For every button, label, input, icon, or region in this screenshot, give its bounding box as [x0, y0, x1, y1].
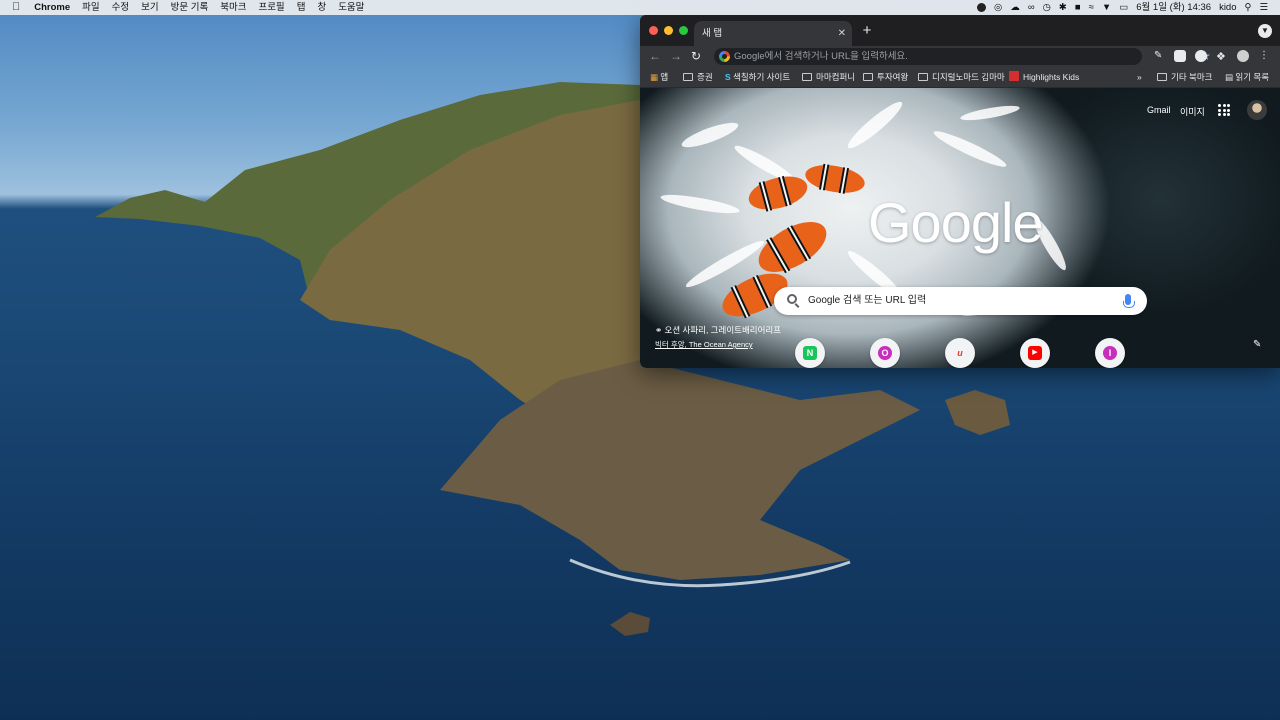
- keyboard-input-icon[interactable]: ■: [1071, 0, 1085, 15]
- menu-view[interactable]: 보기: [135, 0, 164, 15]
- bookmark-stocks[interactable]: 증권: [683, 66, 713, 88]
- forward-button[interactable]: →: [670, 49, 682, 63]
- bookmark-coloring-site[interactable]: S 색칠하기 사이트: [725, 66, 790, 88]
- bookmark-investment-queen[interactable]: 투자여왕: [863, 66, 908, 88]
- tab-title: 새 탭: [702, 28, 723, 39]
- menu-profiles[interactable]: 프로필: [252, 0, 290, 15]
- folder-icon: [1157, 73, 1167, 81]
- toolbar: ← → ↻ Google에서 검색하거나 URL을 입력하세요. ★ ✎ ❖ ⋮: [640, 46, 1280, 66]
- extensions-puzzle-icon[interactable]: ❖: [1216, 50, 1228, 63]
- folder-icon: [683, 73, 693, 81]
- bookmark-apps[interactable]: ▦ 앱: [650, 66, 668, 88]
- tab-search-icon[interactable]: ▼: [1258, 24, 1272, 38]
- minimize-window-button[interactable]: [664, 26, 673, 35]
- apps-grid-icon: ▦: [650, 72, 659, 82]
- folder-icon: [918, 73, 928, 81]
- profile-avatar-icon[interactable]: [1237, 50, 1249, 62]
- menu-bookmarks[interactable]: 북마크: [214, 0, 252, 15]
- background-attribution-title[interactable]: ⚭ 오션 사파리, 그레이트배리어리프: [655, 324, 781, 336]
- other-bookmarks[interactable]: 기타 북마크: [1157, 66, 1212, 88]
- account-avatar[interactable]: [1247, 100, 1267, 120]
- shortcut-o[interactable]: O: [870, 338, 900, 368]
- shortcut-i[interactable]: I: [1095, 338, 1125, 368]
- new-tab-button[interactable]: +: [859, 23, 875, 39]
- menubar-user[interactable]: kido: [1215, 0, 1240, 15]
- glasses-icon[interactable]: ∞: [1024, 0, 1039, 15]
- tab-strip: 새 탭 ✕ + ▼: [640, 15, 1280, 46]
- u-logo-icon: u: [957, 348, 963, 358]
- voice-search-icon[interactable]: [1123, 294, 1135, 308]
- o-letter-icon: O: [878, 346, 892, 360]
- close-tab-icon[interactable]: ✕: [838, 21, 846, 46]
- bookmark-digital-nomad[interactable]: 디지털노마드 김마마: [918, 66, 1005, 88]
- s-logo-icon: S: [725, 72, 731, 82]
- back-button[interactable]: ←: [649, 49, 661, 63]
- timer-icon[interactable]: ◷: [1039, 0, 1055, 15]
- circle-extension-icon[interactable]: [1195, 50, 1207, 62]
- cloud-icon[interactable]: ☁: [1006, 0, 1024, 15]
- reload-button[interactable]: ↻: [691, 49, 701, 63]
- bookmark-mama-company[interactable]: 마마컴퍼니: [802, 66, 855, 88]
- spotlight-search-icon[interactable]: ⚲: [1241, 0, 1256, 15]
- link-icon: ⚭: [655, 325, 663, 335]
- menu-window[interactable]: 창: [311, 0, 332, 15]
- tab-new-tab[interactable]: 새 탭 ✕: [694, 21, 852, 46]
- images-link[interactable]: 이미지: [1180, 105, 1205, 118]
- omnibox-placeholder: Google에서 검색하거나 URL을 입력하세요.: [734, 51, 908, 62]
- shortcut-u[interactable]: u: [945, 338, 975, 368]
- menubar-app-name[interactable]: Chrome: [28, 0, 76, 15]
- zoom-window-button[interactable]: [679, 26, 688, 35]
- control-center-icon[interactable]: ☰: [1255, 0, 1272, 15]
- bluetooth-icon[interactable]: ✱: [1055, 0, 1071, 15]
- macos-menubar:  Chrome 파일 수정 보기 방문 기록 북마크 프로필 탭 창 도움말 …: [0, 0, 1280, 15]
- google-apps-icon[interactable]: [1218, 104, 1230, 116]
- menu-help[interactable]: 도움말: [332, 0, 370, 15]
- pen-extension-icon[interactable]: ✎: [1154, 50, 1166, 62]
- menu-file[interactable]: 파일: [76, 0, 105, 15]
- chrome-window: 새 탭 ✕ + ▼ ← → ↻ Google에서 검색하거나 URL을 입력하세…: [640, 15, 1280, 368]
- reading-list[interactable]: ▤ 읽기 목록: [1225, 66, 1269, 88]
- bookmark-highlights-kids[interactable]: Highlights Kids: [1009, 66, 1079, 88]
- google-g-icon: [719, 51, 730, 62]
- menu-tab[interactable]: 탭: [291, 0, 312, 15]
- spiral-icon[interactable]: ◎: [990, 0, 1006, 15]
- evernote-icon[interactable]: [973, 0, 990, 15]
- omnibox[interactable]: Google에서 검색하거나 URL을 입력하세요. ★: [714, 48, 1211, 65]
- bookmarks-bar: ▦ 앱 증권 S 색칠하기 사이트 마마컴퍼니 투자여왕 디지털노마드 김마마 …: [640, 66, 1280, 88]
- naver-icon: N: [803, 346, 817, 360]
- kebab-menu-icon[interactable]: ⋮: [1259, 50, 1271, 62]
- new-tab-page: Gmail 이미지 Google Google 검색 또는 URL 입력 ⚭ 오…: [640, 88, 1280, 368]
- youtube-icon: ▶: [1028, 346, 1042, 360]
- highlights-logo-icon: [1009, 71, 1019, 81]
- google-logo: Google: [868, 191, 1044, 254]
- menubar-clock[interactable]: 6월 1일 (화) 14:36: [1132, 0, 1215, 15]
- background-attribution-credit[interactable]: 빅터 후앙, The Ocean Agency: [655, 339, 753, 350]
- shortcut-naver[interactable]: N: [795, 338, 825, 368]
- volume-icon[interactable]: ▼: [1098, 0, 1115, 15]
- customize-pencil-icon[interactable]: ✎: [1253, 339, 1261, 350]
- reading-list-icon: ▤: [1225, 72, 1234, 82]
- wifi-icon[interactable]: ≈: [1085, 0, 1098, 15]
- search-icon: [787, 294, 797, 304]
- shortcut-youtube[interactable]: ▶: [1020, 338, 1050, 368]
- menu-edit[interactable]: 수정: [106, 0, 135, 15]
- search-placeholder: Google 검색 또는 URL 입력: [808, 295, 927, 306]
- folder-icon: [802, 73, 812, 81]
- i-letter-icon: I: [1103, 346, 1117, 360]
- adblock-extension-icon[interactable]: [1174, 50, 1186, 62]
- gmail-link[interactable]: Gmail: [1147, 105, 1171, 115]
- folder-icon: [863, 73, 873, 81]
- bookmarks-overflow-button[interactable]: »: [1137, 66, 1142, 88]
- battery-icon[interactable]: ▭: [1115, 0, 1132, 15]
- ntp-search-box[interactable]: Google 검색 또는 URL 입력: [774, 287, 1147, 315]
- menu-history[interactable]: 방문 기록: [165, 0, 215, 15]
- apple-icon[interactable]: : [0, 0, 28, 15]
- close-window-button[interactable]: [649, 26, 658, 35]
